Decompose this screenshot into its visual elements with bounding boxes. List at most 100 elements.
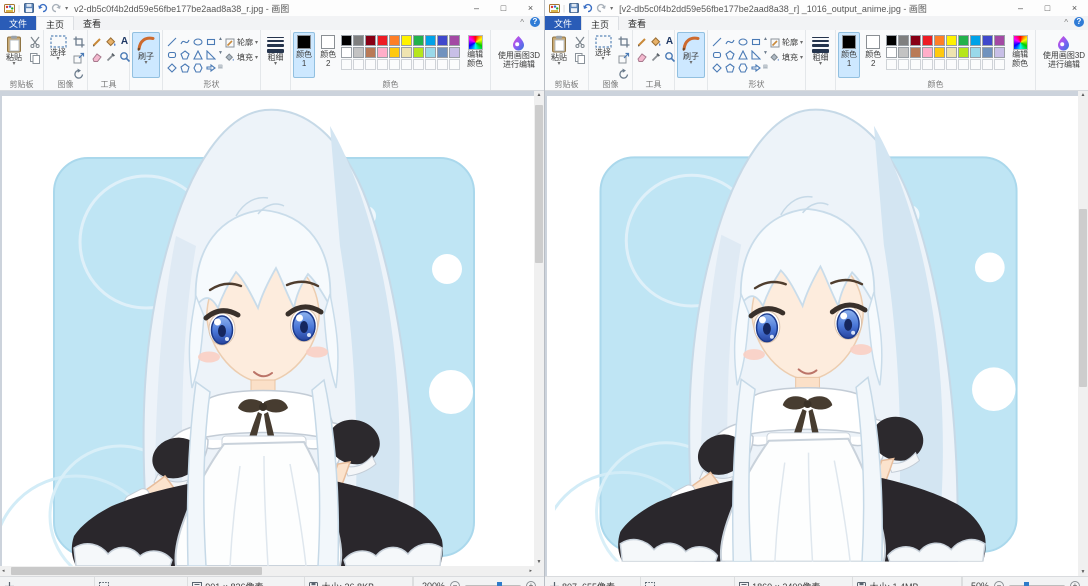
shape-rectangle-icon[interactable] (204, 35, 217, 48)
shape-rectangle-icon[interactable] (749, 35, 762, 48)
tab-view[interactable]: 查看 (619, 16, 655, 30)
scroll-down-icon[interactable]: ▼ (1081, 569, 1086, 575)
shapes-more-icon[interactable]: ▤ (763, 64, 768, 70)
palette-swatch-empty[interactable] (449, 59, 460, 70)
collapse-ribbon-icon[interactable]: ^ (520, 18, 524, 27)
copy-icon[interactable] (573, 51, 586, 64)
palette-swatch[interactable] (413, 35, 424, 46)
shape-ellipse-icon[interactable] (736, 35, 749, 48)
pencil-icon[interactable] (90, 35, 103, 48)
undo-icon[interactable] (582, 3, 593, 14)
palette-swatch-empty[interactable] (401, 59, 412, 70)
help-icon[interactable]: ? (1074, 17, 1084, 27)
vertical-scrollbar[interactable]: ▲ ▼ (534, 91, 544, 566)
maximize-button[interactable]: □ (490, 0, 517, 16)
tab-home[interactable]: 主页 (581, 16, 619, 30)
palette-swatch[interactable] (341, 35, 352, 46)
qat-dropdown-icon[interactable]: ▾ (65, 5, 68, 12)
palette-swatch[interactable] (910, 47, 921, 58)
palette-swatch-empty[interactable] (994, 59, 1005, 70)
edit-colors-button[interactable]: 编辑颜色 (1007, 32, 1033, 78)
palette-swatch[interactable] (377, 47, 388, 58)
zoom-slider-thumb[interactable] (497, 582, 502, 586)
select-button[interactable]: 选择 ▾ (591, 32, 615, 78)
qat-dropdown-icon[interactable]: ▾ (610, 5, 613, 12)
shape-triangle-icon[interactable] (191, 48, 204, 61)
select-button[interactable]: 选择 ▾ (46, 32, 70, 78)
undo-icon[interactable] (37, 3, 48, 14)
shape-right-triangle-icon[interactable] (749, 48, 762, 61)
eraser-icon[interactable] (90, 50, 103, 63)
scroll-left-icon[interactable]: ◂ (2, 568, 5, 574)
palette-swatch-empty[interactable] (341, 59, 352, 70)
fill-button[interactable]: 填充 ▾ (770, 52, 803, 63)
palette-swatch[interactable] (922, 47, 933, 58)
palette-swatch[interactable] (413, 47, 424, 58)
scroll-up-icon[interactable]: ▲ (1081, 92, 1086, 98)
palette-swatch[interactable] (401, 47, 412, 58)
horizontal-scroll-thumb[interactable] (11, 567, 262, 575)
shape-hexagon-icon[interactable] (191, 61, 204, 74)
palette-swatch[interactable] (437, 35, 448, 46)
shape-diamond-icon[interactable] (165, 61, 178, 74)
palette-swatch-empty[interactable] (377, 59, 388, 70)
fill-button[interactable]: 填充 ▾ (225, 52, 258, 63)
redo-icon[interactable] (596, 3, 607, 14)
shape-rounded-rect-icon[interactable] (710, 48, 723, 61)
palette-swatch-empty[interactable] (946, 59, 957, 70)
shape-line-icon[interactable] (165, 35, 178, 48)
palette-swatch[interactable] (958, 47, 969, 58)
paint3d-button[interactable]: 使用画图3D 进行编辑 (493, 32, 544, 78)
size-button[interactable]: 粗细 ▾ (263, 32, 288, 78)
palette-swatch[interactable] (970, 47, 981, 58)
tab-file[interactable]: 文件 (545, 16, 581, 30)
zoom-out-button[interactable]: − (994, 581, 1004, 586)
shape-line-icon[interactable] (710, 35, 723, 48)
palette-swatch-empty[interactable] (425, 59, 436, 70)
maximize-button[interactable]: □ (1034, 0, 1061, 16)
palette-swatch[interactable] (389, 35, 400, 46)
palette-swatch[interactable] (982, 35, 993, 46)
palette-swatch[interactable] (994, 47, 1005, 58)
brushes-button[interactable]: 刷子 ▾ (677, 32, 705, 78)
fill-bucket-icon[interactable] (649, 35, 662, 48)
palette-swatch[interactable] (934, 47, 945, 58)
tab-home[interactable]: 主页 (36, 16, 74, 30)
crop-icon[interactable] (72, 35, 85, 48)
palette-swatch[interactable] (934, 35, 945, 46)
palette-swatch[interactable] (425, 47, 436, 58)
palette-swatch[interactable] (365, 47, 376, 58)
size-button[interactable]: 粗细 ▾ (808, 32, 833, 78)
palette-swatch-empty[interactable] (437, 59, 448, 70)
fill-bucket-icon[interactable] (104, 35, 117, 48)
redo-icon[interactable] (51, 3, 62, 14)
shape-diamond-icon[interactable] (710, 61, 723, 74)
outline-button[interactable]: 轮廓 ▾ (225, 37, 258, 48)
outline-button[interactable]: 轮廓 ▾ (770, 37, 803, 48)
shape-arrow-right-icon[interactable] (749, 61, 762, 74)
zoom-in-button[interactable]: + (526, 581, 536, 586)
palette-swatch[interactable] (377, 35, 388, 46)
shapes-more-icon[interactable]: ▤ (218, 64, 223, 70)
crop-icon[interactable] (617, 35, 630, 48)
rotate-icon[interactable] (617, 67, 630, 80)
cut-icon[interactable] (573, 35, 586, 48)
shape-polygon-icon[interactable] (723, 48, 736, 61)
shape-ellipse-icon[interactable] (191, 35, 204, 48)
canvas[interactable] (2, 96, 534, 566)
palette-swatch[interactable] (886, 47, 897, 58)
palette-swatch[interactable] (946, 47, 957, 58)
palette-swatch-empty[interactable] (934, 59, 945, 70)
help-icon[interactable]: ? (530, 17, 540, 27)
palette-swatch[interactable] (898, 35, 909, 46)
palette-swatch-empty[interactable] (922, 59, 933, 70)
palette-swatch-empty[interactable] (413, 59, 424, 70)
color1-button[interactable]: 颜色 1 (293, 32, 315, 78)
color2-button[interactable]: 颜色 2 (862, 32, 884, 78)
shape-rounded-rect-icon[interactable] (165, 48, 178, 61)
palette-swatch-empty[interactable] (910, 59, 921, 70)
palette-swatch[interactable] (910, 35, 921, 46)
palette-swatch[interactable] (886, 35, 897, 46)
shape-pentagon-icon[interactable] (723, 61, 736, 74)
minimize-button[interactable]: – (1007, 0, 1034, 16)
